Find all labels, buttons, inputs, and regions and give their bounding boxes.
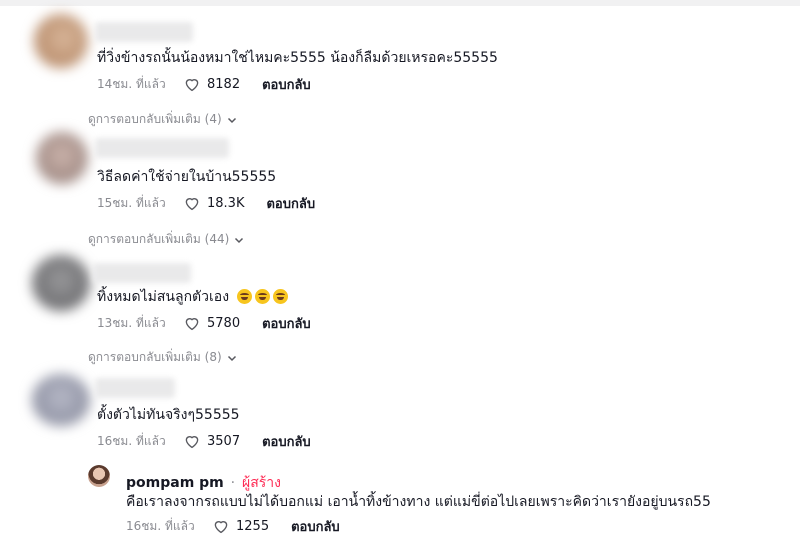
avatar[interactable] xyxy=(32,255,90,311)
comment-meta: 13ชม. ที่แล้ว 5780 ตอบกลับ xyxy=(97,314,311,332)
like-button[interactable]: 1255 xyxy=(212,517,269,535)
chevron-down-icon xyxy=(235,237,244,243)
comment-meta: 14ชม. ที่แล้ว 8182 ตอบกลับ xyxy=(97,75,311,93)
comment-time: 16ชม. ที่แล้ว xyxy=(97,433,166,448)
view-more-replies[interactable]: ดูการตอบกลับเพิ่มเติม (44) xyxy=(88,230,245,249)
reply-author: pompam pm · ผู้สร้าง xyxy=(126,472,281,494)
like-button[interactable]: 5780 xyxy=(183,314,240,332)
like-button[interactable]: 3507 xyxy=(183,432,240,450)
like-count: 1255 xyxy=(236,518,270,534)
like-count: 8182 xyxy=(207,76,241,92)
comment-time: 15ชม. ที่แล้ว xyxy=(97,195,166,210)
view-more-replies-label: ดูการตอบกลับเพิ่มเติม (44) xyxy=(88,232,230,246)
comment-meta: 16ชม. ที่แล้ว 3507 ตอบกลับ xyxy=(97,432,311,450)
heart-outline-icon xyxy=(185,318,199,331)
reply-button[interactable]: ตอบกลับ xyxy=(291,516,340,537)
creator-username[interactable]: pompam pm xyxy=(126,475,224,491)
like-count: 18.3K xyxy=(207,195,245,211)
like-count: 5780 xyxy=(207,315,241,331)
reply-button[interactable]: ตอบกลับ xyxy=(266,193,315,214)
heart-outline-icon xyxy=(185,436,199,449)
avatar[interactable] xyxy=(32,374,90,426)
chevron-down-icon xyxy=(227,355,236,361)
reply-text: คือเราลงจากรถแบบไม่ได้บอกแม่ เอาน้ำทิ้งข… xyxy=(126,494,711,510)
reply-button[interactable]: ตอบกลับ xyxy=(262,431,311,452)
like-button[interactable]: 18.3K xyxy=(183,194,244,212)
reply-button[interactable]: ตอบกลับ xyxy=(262,74,311,95)
view-more-replies[interactable]: ดูการตอบกลับเพิ่มเติม (8) xyxy=(88,348,238,367)
comment-time: 13ชม. ที่แล้ว xyxy=(97,315,166,330)
comment-text: ทิ้งหมดไม่สนลูกตัวเอง xyxy=(97,288,288,306)
top-divider xyxy=(0,0,800,6)
comment-text-body: ทิ้งหมดไม่สนลูกตัวเอง xyxy=(97,289,230,305)
username-blurred[interactable] xyxy=(95,22,193,42)
avatar[interactable] xyxy=(34,14,88,68)
avatar[interactable] xyxy=(36,132,88,184)
view-more-replies[interactable]: ดูการตอบกลับเพิ่มเติม (4) xyxy=(88,110,238,129)
chevron-down-icon xyxy=(227,117,236,123)
comment-time: 14ชม. ที่แล้ว xyxy=(97,76,166,91)
reply-meta: 16ชม. ที่แล้ว 1255 ตอบกลับ xyxy=(126,517,340,535)
comment-meta: 15ชม. ที่แล้ว 18.3K ตอบกลับ xyxy=(97,194,315,212)
username-blurred[interactable] xyxy=(95,378,175,398)
username-blurred[interactable] xyxy=(93,263,191,283)
comment-text: ตั้งตัวไม่ทันจริงๆ55555 xyxy=(97,407,240,423)
view-more-replies-label: ดูการตอบกลับเพิ่มเติม (4) xyxy=(88,112,222,126)
comment-text: วิธีลดค่าใช้จ่ายในบ้าน55555 xyxy=(97,169,277,185)
laughing-emoji-icon xyxy=(272,289,288,304)
heart-outline-icon xyxy=(185,79,199,92)
heart-outline-icon xyxy=(214,521,228,534)
reply-button[interactable]: ตอบกลับ xyxy=(262,313,311,334)
laughing-emoji-icon xyxy=(236,289,252,304)
heart-outline-icon xyxy=(185,198,199,211)
comment-text: ที่วิ่งข้างรถนั้นน้องหมาใช่ไหมคะ5555 น้อ… xyxy=(97,50,498,66)
view-more-replies-label: ดูการตอบกลับเพิ่มเติม (8) xyxy=(88,350,222,364)
like-button[interactable]: 8182 xyxy=(183,75,240,93)
creator-avatar[interactable] xyxy=(88,465,110,487)
reply-time: 16ชม. ที่แล้ว xyxy=(126,518,195,533)
username-blurred[interactable] xyxy=(95,138,229,158)
creator-badge: ผู้สร้าง xyxy=(241,475,281,491)
like-count: 3507 xyxy=(207,433,241,449)
separator: · xyxy=(230,475,236,491)
laughing-emoji-icon xyxy=(254,289,270,304)
